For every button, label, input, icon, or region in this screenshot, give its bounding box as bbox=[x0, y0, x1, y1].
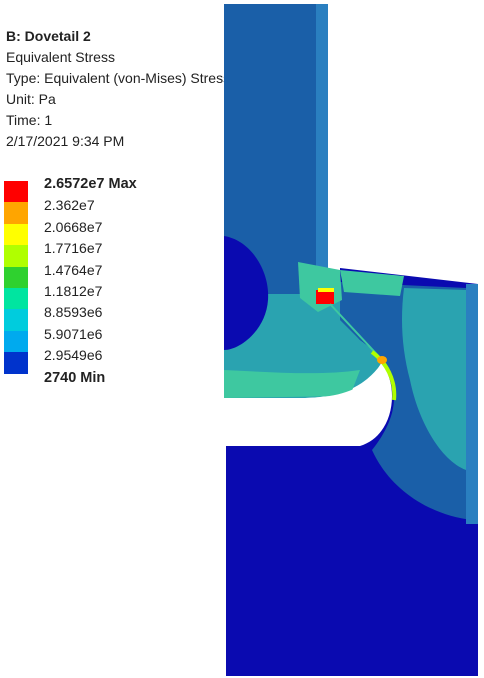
max-stress-hotspot bbox=[316, 290, 334, 304]
disk-edge-strip bbox=[466, 284, 478, 524]
blade-mid-region bbox=[224, 370, 360, 398]
blade-edge-strip bbox=[316, 4, 328, 294]
fea-contour-plot[interactable] bbox=[0, 0, 484, 678]
disk-top-high bbox=[340, 270, 404, 296]
stress-band-yellow bbox=[318, 288, 334, 292]
fillet-hotspot bbox=[377, 356, 387, 364]
